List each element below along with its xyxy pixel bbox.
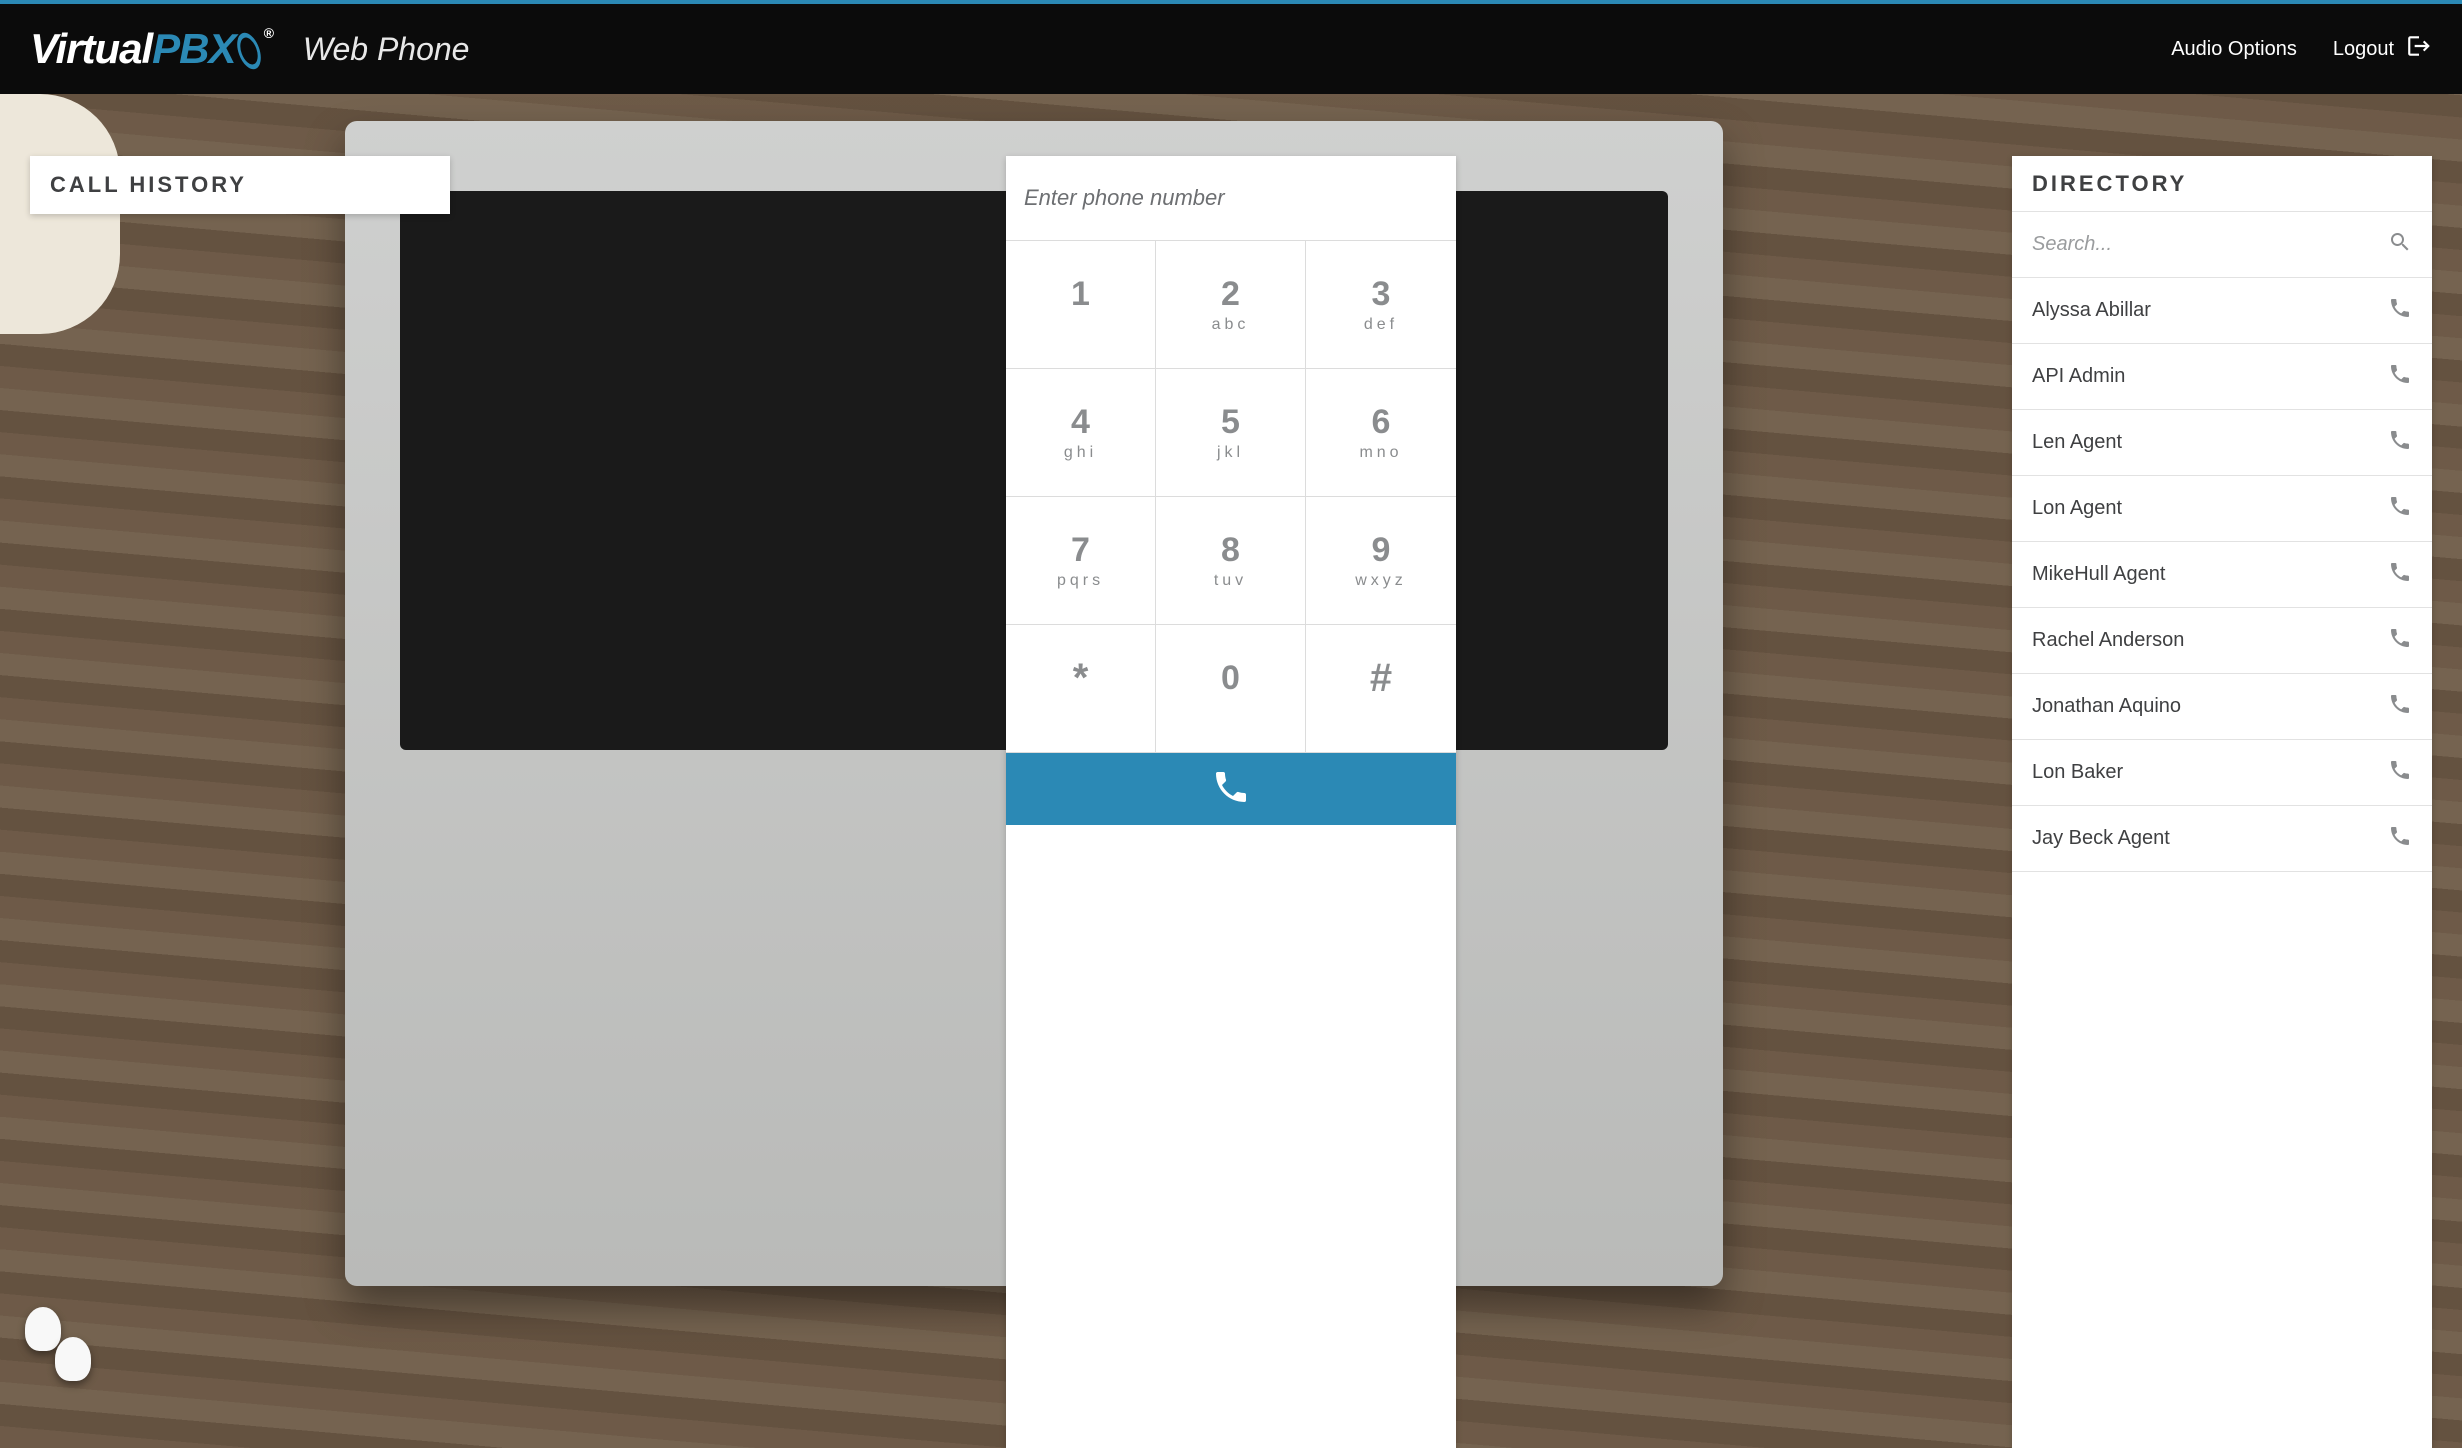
- phone-icon[interactable]: [2388, 758, 2412, 787]
- key-digit: 0: [1221, 659, 1240, 698]
- call-history-panel[interactable]: CALL HISTORY: [30, 156, 450, 214]
- key-letters: abc: [1212, 316, 1250, 334]
- call-history-title: CALL HISTORY: [50, 172, 247, 198]
- key-letters: mno: [1359, 444, 1402, 462]
- phone-icon[interactable]: [2388, 560, 2412, 589]
- audio-options-link[interactable]: Audio Options: [2171, 38, 2297, 61]
- key-0[interactable]: 0: [1156, 625, 1306, 753]
- key-digit: 1: [1071, 275, 1090, 314]
- key-letters: pqrs: [1057, 572, 1104, 590]
- key-digit: *: [1073, 656, 1089, 701]
- key-digit: 3: [1372, 275, 1391, 314]
- logo-wordmark: VirtualPBX ®: [30, 25, 277, 73]
- phone-icon: [1211, 767, 1251, 812]
- main-stage: CALL HISTORY Enter phone number 1 2 abc …: [0, 94, 2462, 1448]
- key-star[interactable]: *: [1006, 625, 1156, 753]
- directory-item[interactable]: MikeHull Agent: [2012, 542, 2432, 608]
- key-7[interactable]: 7 pqrs: [1006, 497, 1156, 625]
- key-letters: wxyz: [1355, 572, 1407, 590]
- app-header: VirtualPBX ® Web Phone Audio Options Log…: [0, 4, 2462, 94]
- key-digit: 9: [1372, 531, 1391, 570]
- key-letters: jkl: [1217, 444, 1244, 462]
- key-letters: def: [1364, 316, 1398, 334]
- contact-name: Jay Beck Agent: [2032, 827, 2378, 850]
- key-digit: 8: [1221, 531, 1240, 570]
- key-digit: 4: [1071, 403, 1090, 442]
- contact-name: Lon Agent: [2032, 497, 2378, 520]
- audio-options-label: Audio Options: [2171, 38, 2297, 61]
- logo-virtual-text: Virtual: [30, 25, 152, 73]
- key-hash[interactable]: #: [1306, 625, 1456, 753]
- search-input[interactable]: [2032, 233, 2388, 256]
- contact-name: Alyssa Abillar: [2032, 299, 2378, 322]
- phone-icon[interactable]: [2388, 626, 2412, 655]
- key-5[interactable]: 5 jkl: [1156, 369, 1306, 497]
- contact-name: MikeHull Agent: [2032, 563, 2378, 586]
- dial-keypad: 1 2 abc 3 def 4 ghi 5 jkl: [1006, 240, 1456, 753]
- contact-name: Lon Baker: [2032, 761, 2378, 784]
- directory-list[interactable]: Alyssa Abillar API Admin Len Agent Lon A…: [2012, 278, 2432, 1448]
- directory-panel: DIRECTORY Alyssa Abillar API Admin Le: [2012, 156, 2432, 1448]
- phone-icon[interactable]: [2388, 362, 2412, 391]
- contact-name: Rachel Anderson: [2032, 629, 2378, 652]
- contact-name: Len Agent: [2032, 431, 2378, 454]
- logo-pbx-text: PBX: [152, 25, 235, 73]
- key-2[interactable]: 2 abc: [1156, 241, 1306, 369]
- key-6[interactable]: 6 mno: [1306, 369, 1456, 497]
- search-icon[interactable]: [2388, 230, 2412, 259]
- contact-name: Jonathan Aquino: [2032, 695, 2378, 718]
- directory-item[interactable]: Lon Agent: [2012, 476, 2432, 542]
- brand-logo: VirtualPBX ® Web Phone: [30, 25, 469, 73]
- directory-item[interactable]: Rachel Anderson: [2012, 608, 2432, 674]
- directory-item[interactable]: Jay Beck Agent: [2012, 806, 2432, 872]
- directory-search: [2012, 212, 2432, 278]
- key-digit: 2: [1221, 275, 1240, 314]
- phone-icon[interactable]: [2388, 428, 2412, 457]
- logo-ring-icon: [232, 30, 265, 73]
- directory-title: DIRECTORY: [2032, 171, 2187, 197]
- key-4[interactable]: 4 ghi: [1006, 369, 1156, 497]
- phone-number-placeholder: Enter phone number: [1024, 185, 1225, 211]
- logout-link[interactable]: Logout: [2333, 33, 2432, 65]
- directory-item[interactable]: Jonathan Aquino: [2012, 674, 2432, 740]
- app-subtitle: Web Phone: [303, 31, 470, 68]
- logout-icon: [2406, 33, 2432, 65]
- directory-item[interactable]: Lon Baker: [2012, 740, 2432, 806]
- call-button[interactable]: [1006, 753, 1456, 825]
- directory-item[interactable]: Len Agent: [2012, 410, 2432, 476]
- panels-row: CALL HISTORY Enter phone number 1 2 abc …: [0, 156, 2462, 1448]
- key-digit: 5: [1221, 403, 1240, 442]
- directory-header: DIRECTORY: [2012, 156, 2432, 212]
- key-digit: 6: [1372, 403, 1391, 442]
- key-9[interactable]: 9 wxyz: [1306, 497, 1456, 625]
- key-digit: #: [1370, 656, 1392, 701]
- directory-item[interactable]: Alyssa Abillar: [2012, 278, 2432, 344]
- key-letters: ghi: [1064, 444, 1097, 462]
- key-letters: tuv: [1214, 572, 1247, 590]
- key-8[interactable]: 8 tuv: [1156, 497, 1306, 625]
- phone-icon[interactable]: [2388, 824, 2412, 853]
- contact-name: API Admin: [2032, 365, 2378, 388]
- key-1[interactable]: 1: [1006, 241, 1156, 369]
- phone-number-input[interactable]: Enter phone number: [1006, 156, 1456, 240]
- dialer-panel: Enter phone number 1 2 abc 3 def 4 ghi: [1006, 156, 1456, 1448]
- directory-item[interactable]: API Admin: [2012, 344, 2432, 410]
- key-3[interactable]: 3 def: [1306, 241, 1456, 369]
- logout-label: Logout: [2333, 38, 2394, 61]
- phone-icon[interactable]: [2388, 692, 2412, 721]
- phone-icon[interactable]: [2388, 296, 2412, 325]
- registered-mark: ®: [264, 25, 273, 41]
- phone-icon[interactable]: [2388, 494, 2412, 523]
- key-digit: 7: [1071, 531, 1090, 570]
